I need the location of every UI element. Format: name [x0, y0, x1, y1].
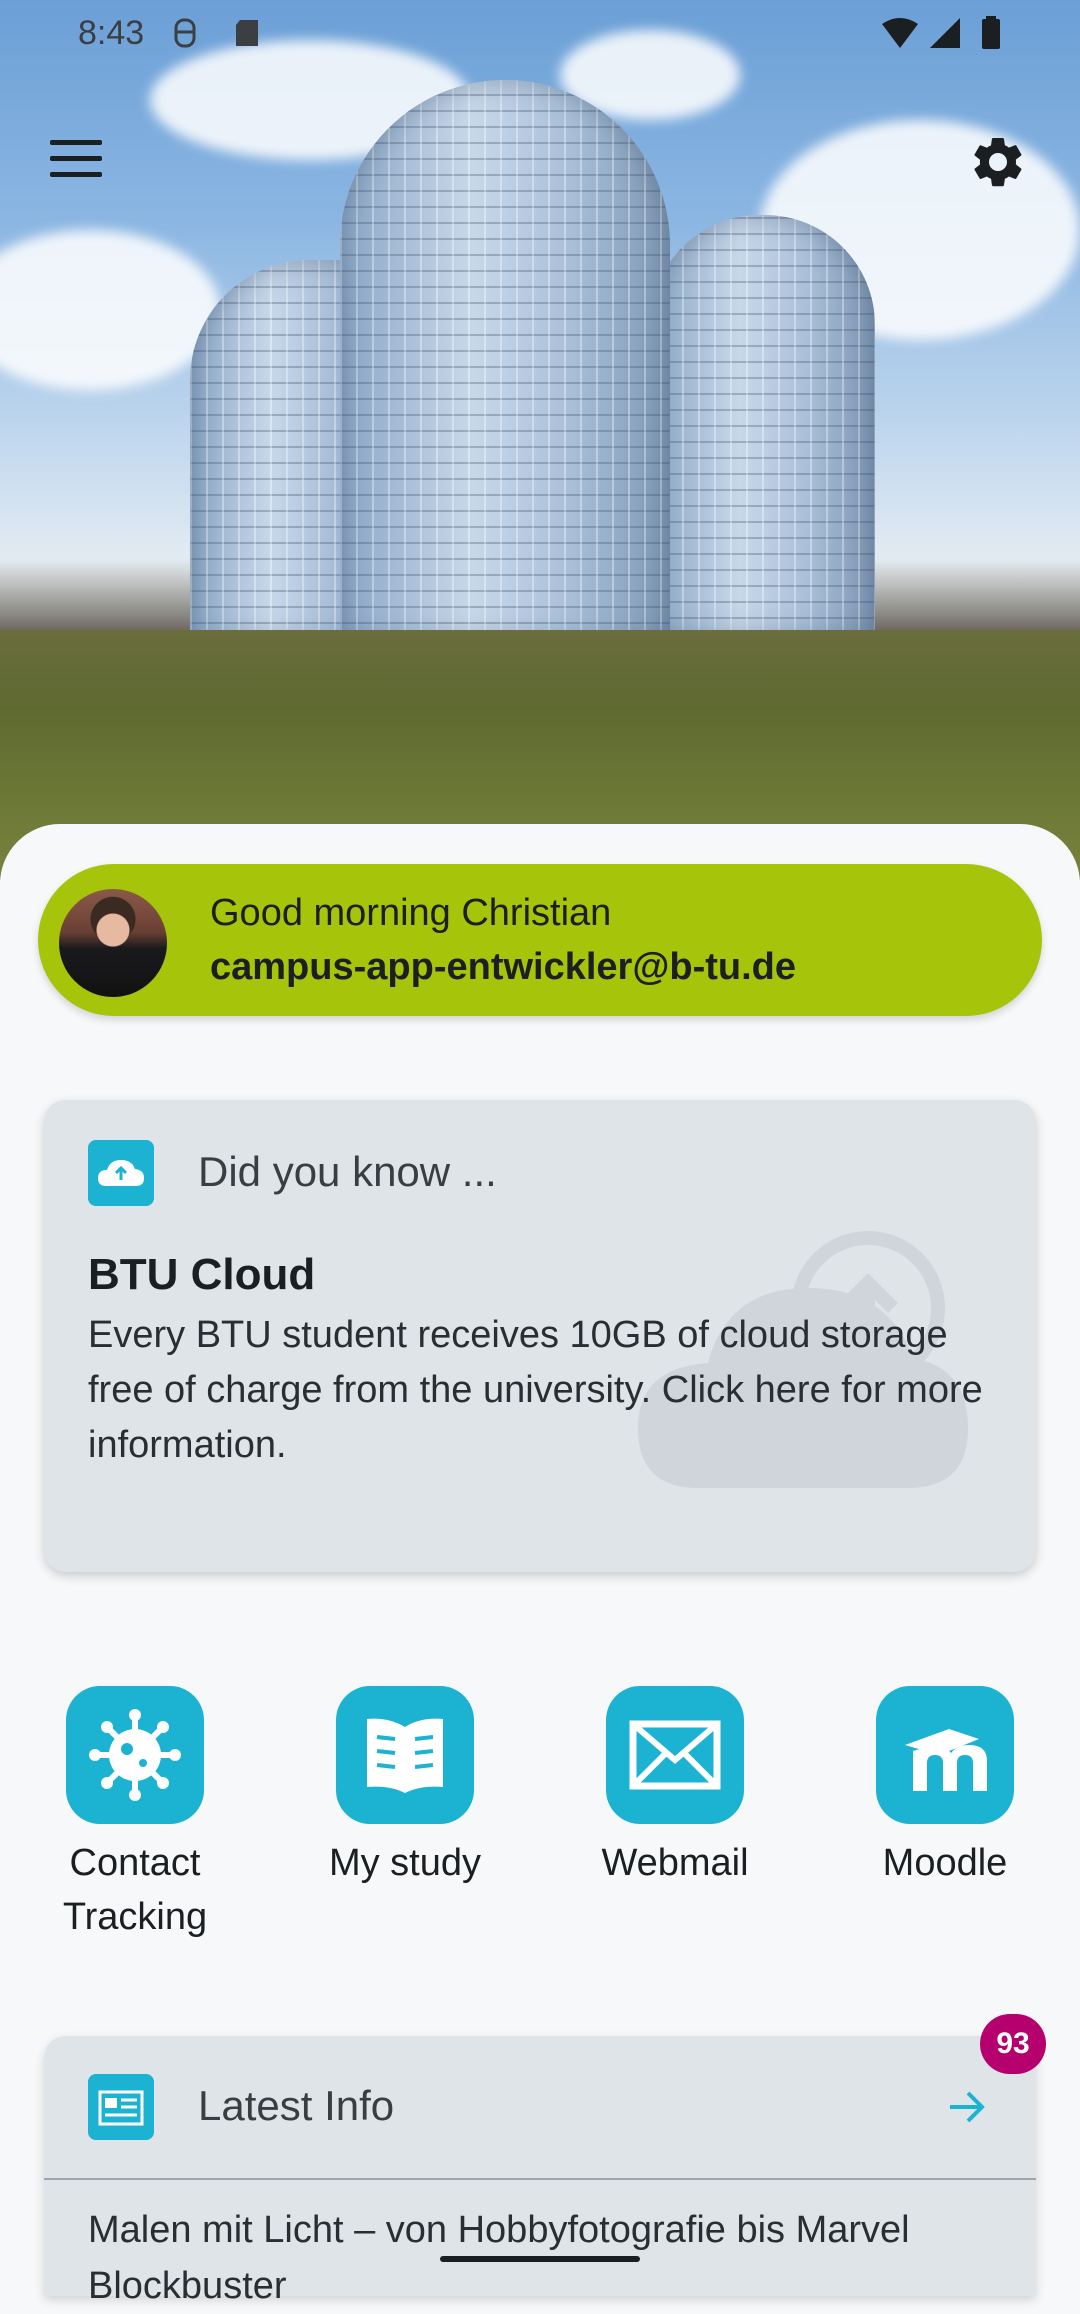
sky-cloud — [0, 230, 220, 390]
tile-label: Moodle — [882, 1842, 1008, 1884]
user-greeting-card[interactable]: Good morning Christian campus-app-entwic… — [38, 864, 1042, 1016]
quick-access-tiles: Contact Tracking My study Webmail Moodle — [0, 1686, 1080, 1946]
tile-label: Contact Tracking — [62, 1842, 208, 1938]
newspaper-icon — [88, 2074, 154, 2140]
building-tower — [650, 215, 875, 635]
card-heading: Did you know ... — [198, 1148, 497, 1195]
settings-gear-icon[interactable] — [968, 132, 1028, 192]
greeting-text: Good morning Christian — [210, 892, 612, 934]
tile-button[interactable] — [66, 1686, 204, 1824]
tile-moodle[interactable]: Moodle — [815, 1686, 1075, 1890]
menu-icon-bar — [50, 140, 102, 145]
divider — [44, 2178, 1036, 2180]
tile-button[interactable] — [876, 1686, 1014, 1824]
latest-info-heading: Latest Info — [198, 2082, 395, 2129]
menu-icon-bar — [50, 172, 102, 177]
did-you-know-card[interactable]: Did you know ... BTU Cloud Every BTU stu… — [44, 1100, 1036, 1572]
tile-label: Webmail — [601, 1842, 749, 1884]
tile-webmail[interactable]: Webmail — [545, 1686, 805, 1890]
header-image: 8:43 — [0, 0, 1080, 880]
menu-icon-bar — [50, 156, 102, 161]
unread-count-badge: 93 — [980, 2014, 1046, 2074]
virus-icon — [89, 1709, 181, 1801]
tile-button[interactable] — [336, 1686, 474, 1824]
arrow-right-icon[interactable] — [942, 2082, 992, 2132]
tile-button[interactable] — [606, 1686, 744, 1824]
home-indicator[interactable] — [440, 2256, 640, 2262]
card-title: BTU Cloud — [88, 1250, 316, 1299]
card-body: Every BTU student receives 10GB of cloud… — [88, 1314, 983, 1466]
wifi-icon — [882, 18, 918, 48]
battery-icon — [982, 16, 1000, 49]
menu-button[interactable] — [50, 140, 102, 180]
signal-icon — [930, 18, 960, 48]
status-bar: 8:43 — [0, 0, 1080, 70]
book-icon — [367, 1718, 443, 1793]
cloud-upload-icon — [88, 1140, 154, 1206]
moodle-icon — [905, 1729, 987, 1791]
tile-my-study[interactable]: My study — [275, 1686, 535, 1890]
building-tower — [340, 80, 670, 640]
tile-label: My study — [328, 1842, 482, 1884]
mail-icon — [629, 1720, 721, 1790]
avatar — [56, 886, 170, 1000]
user-email: campus-app-entwickler@b-tu.de — [210, 946, 797, 988]
status-time: 8:43 — [78, 14, 145, 52]
tile-contact-tracking[interactable]: Contact Tracking — [5, 1686, 265, 1944]
sd-card-icon — [236, 20, 258, 46]
usb-icon — [174, 18, 196, 48]
